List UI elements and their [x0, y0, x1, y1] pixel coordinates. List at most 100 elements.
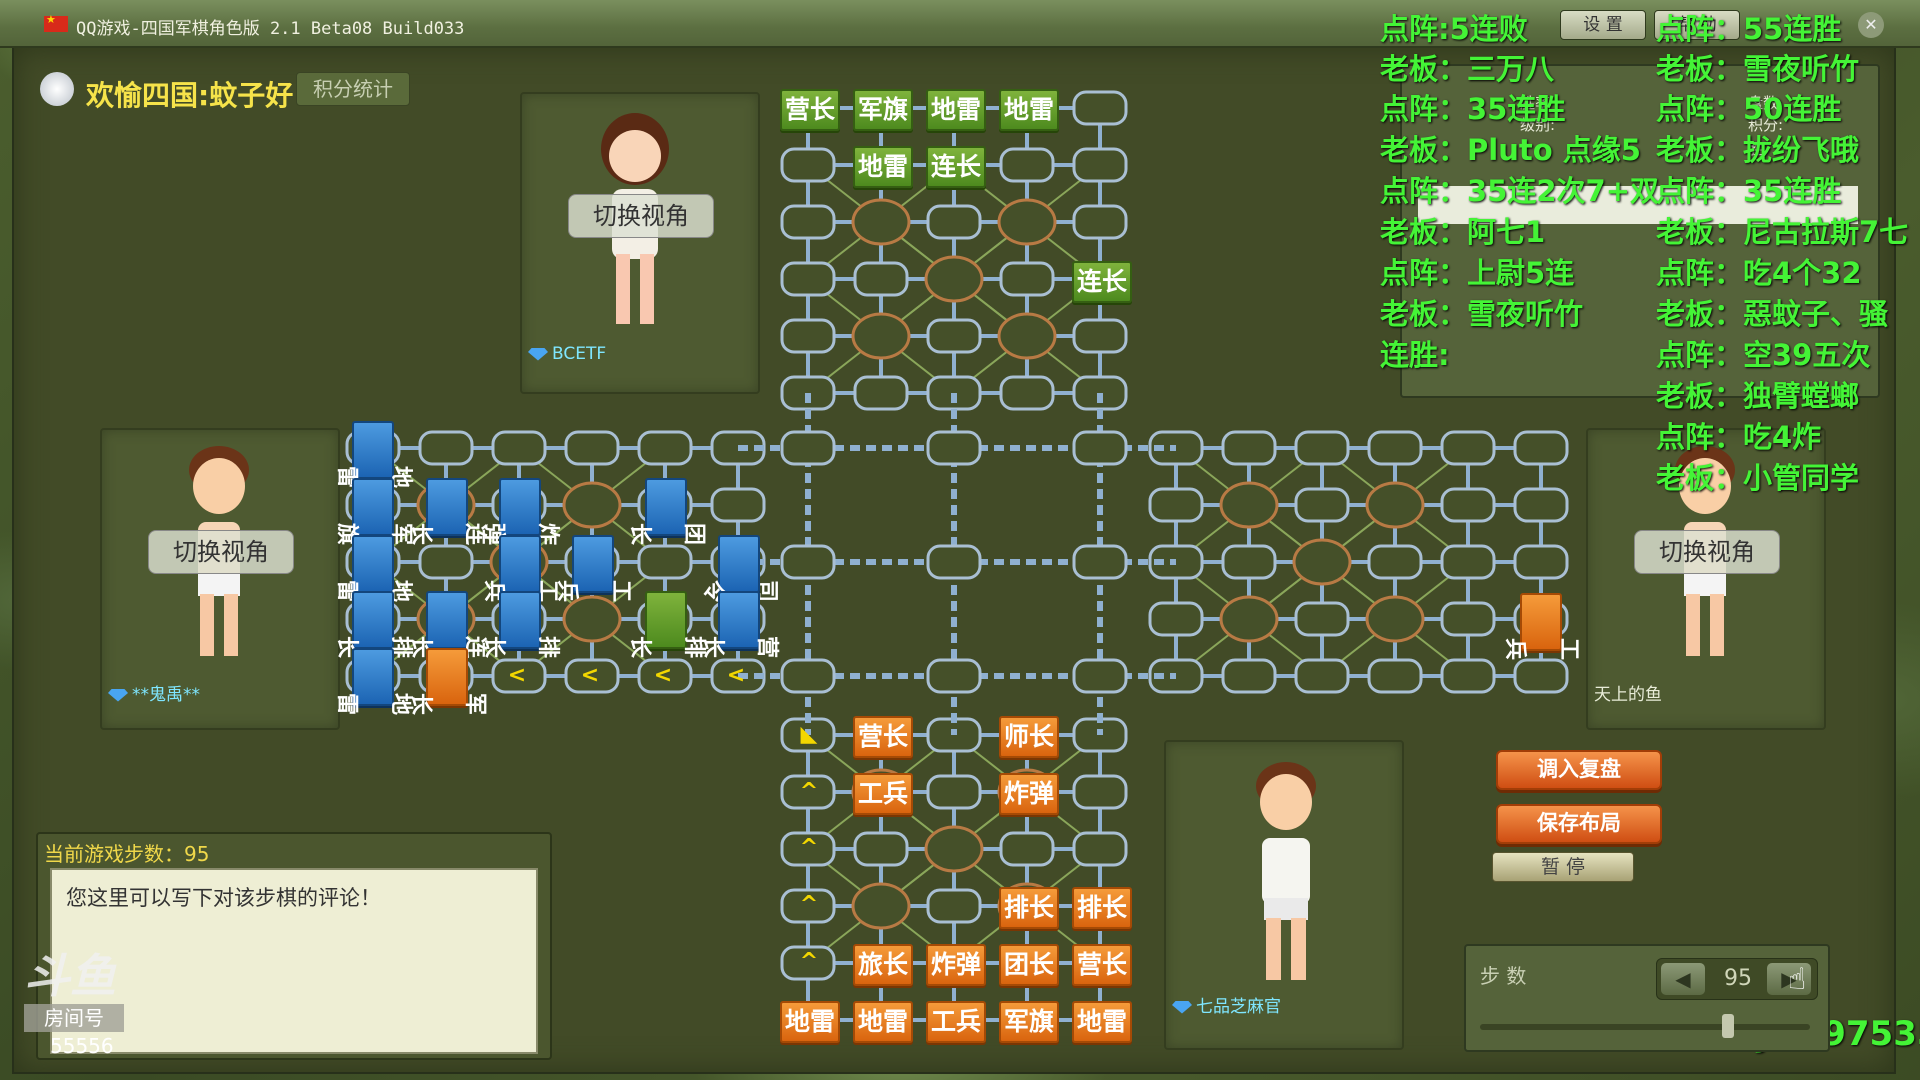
piece-bottom-9[interactable]: 团长: [999, 944, 1059, 986]
post-node[interactable]: [1294, 658, 1350, 694]
post-node[interactable]: [780, 147, 836, 183]
post-node[interactable]: [1513, 430, 1569, 466]
post-node[interactable]: [1294, 601, 1350, 637]
post-node[interactable]: [926, 888, 982, 924]
piece-left-2[interactable]: 军旗: [334, 478, 413, 545]
camp-node[interactable]: [1219, 481, 1279, 529]
camp-node[interactable]: [851, 882, 911, 930]
camp-node[interactable]: [851, 312, 911, 360]
post-node[interactable]: [1513, 487, 1569, 523]
piece-left-6[interactable]: 连长: [408, 478, 487, 545]
post-node[interactable]: [926, 430, 982, 466]
post-node[interactable]: [1221, 430, 1277, 466]
post-node[interactable]: [1148, 601, 1204, 637]
piece-left-16[interactable]: 军长: [408, 648, 487, 715]
post-node[interactable]: [1072, 204, 1128, 240]
post-node[interactable]: [1367, 544, 1423, 580]
post-node[interactable]: [1440, 487, 1496, 523]
piece-left-10[interactable]: 工兵: [554, 535, 633, 602]
piece-left-4[interactable]: 排长: [334, 591, 413, 658]
piece-top-6[interactable]: 连长: [926, 146, 986, 188]
piece-bottom-10[interactable]: 营长: [1072, 944, 1132, 986]
post-node[interactable]: [853, 375, 909, 411]
piece-left-7[interactable]: 炸弹: [481, 478, 560, 545]
post-node[interactable]: [1294, 487, 1350, 523]
post-node[interactable]: [1221, 658, 1277, 694]
piece-bottom-4[interactable]: 炸弹: [999, 773, 1059, 815]
post-node[interactable]: [780, 318, 836, 354]
post-node[interactable]: [1072, 147, 1128, 183]
step-back-icon[interactable]: ◀: [1661, 963, 1705, 995]
post-node[interactable]: [1294, 430, 1350, 466]
post-node[interactable]: [853, 831, 909, 867]
piece-left-14[interactable]: 排长: [627, 591, 706, 658]
post-node[interactable]: [637, 430, 693, 466]
post-node[interactable]: [491, 430, 547, 466]
piece-bottom-2[interactable]: 师长: [999, 716, 1059, 758]
camp-node[interactable]: [1365, 481, 1425, 529]
piece-bottom-1[interactable]: 营长: [853, 716, 913, 758]
camp-node[interactable]: [924, 825, 984, 873]
piece-left-8[interactable]: 团长: [627, 478, 706, 545]
post-node[interactable]: [926, 204, 982, 240]
camp-node[interactable]: [1219, 595, 1279, 643]
piece-left-9[interactable]: 工兵: [481, 535, 560, 602]
post-node[interactable]: [1072, 430, 1128, 466]
post-node[interactable]: [999, 831, 1055, 867]
save-layout-button[interactable]: 保存布局: [1496, 804, 1662, 844]
post-node[interactable]: [418, 430, 474, 466]
post-node[interactable]: [1148, 487, 1204, 523]
camp-node[interactable]: [1365, 595, 1425, 643]
post-node[interactable]: [926, 318, 982, 354]
piece-top-5[interactable]: 地雷: [853, 146, 913, 188]
post-node[interactable]: [999, 261, 1055, 297]
post-node[interactable]: [1072, 774, 1128, 810]
step-slider-track[interactable]: [1480, 1024, 1810, 1030]
piece-bottom-13[interactable]: 工兵: [926, 1001, 986, 1043]
post-node[interactable]: [1367, 430, 1423, 466]
post-node[interactable]: [999, 147, 1055, 183]
post-node[interactable]: [1440, 430, 1496, 466]
post-node[interactable]: [1072, 658, 1128, 694]
camp-node[interactable]: [997, 312, 1057, 360]
piece-top-3[interactable]: 地雷: [926, 89, 986, 131]
post-node[interactable]: [780, 204, 836, 240]
piece-left-11[interactable]: 司令: [700, 535, 779, 602]
camp-node[interactable]: [997, 198, 1057, 246]
post-node[interactable]: [926, 658, 982, 694]
piece-bottom-6[interactable]: 排长: [1072, 887, 1132, 929]
camp-node[interactable]: [1292, 538, 1352, 586]
piece-left-13[interactable]: 排长: [481, 591, 560, 658]
step-slider-handle[interactable]: [1722, 1014, 1734, 1038]
post-node[interactable]: [1072, 831, 1128, 867]
post-node[interactable]: [926, 544, 982, 580]
piece-bottom-8[interactable]: 炸弹: [926, 944, 986, 986]
piece-left-3[interactable]: 地雷: [334, 535, 413, 602]
post-node[interactable]: [780, 430, 836, 466]
piece-bottom-15[interactable]: 地雷: [1072, 1001, 1132, 1043]
piece-top-7[interactable]: 连长: [1072, 261, 1132, 303]
piece-left-1[interactable]: 地雷: [334, 421, 413, 488]
piece-left-5[interactable]: 地雷: [334, 648, 413, 715]
piece-right-1[interactable]: 工兵: [1502, 593, 1581, 660]
camp-node[interactable]: [851, 198, 911, 246]
post-node[interactable]: [1221, 544, 1277, 580]
piece-left-15[interactable]: 营长: [700, 591, 779, 658]
post-node[interactable]: [926, 774, 982, 810]
post-node[interactable]: [564, 430, 620, 466]
post-node[interactable]: [1072, 90, 1128, 126]
piece-bottom-14[interactable]: 军旗: [999, 1001, 1059, 1043]
post-node[interactable]: [1072, 544, 1128, 580]
piece-top-4[interactable]: 地雷: [999, 89, 1059, 131]
post-node[interactable]: [1367, 658, 1423, 694]
post-node[interactable]: [780, 261, 836, 297]
piece-top-2[interactable]: 军旗: [853, 89, 913, 131]
post-node[interactable]: [999, 375, 1055, 411]
post-node[interactable]: [1440, 544, 1496, 580]
post-node[interactable]: [853, 261, 909, 297]
piece-bottom-5[interactable]: 排长: [999, 887, 1059, 929]
piece-bottom-11[interactable]: 地雷: [780, 1001, 840, 1043]
piece-bottom-7[interactable]: 旅长: [853, 944, 913, 986]
pause-button[interactable]: 暂 停: [1492, 852, 1634, 882]
piece-top-1[interactable]: 营长: [780, 89, 840, 131]
